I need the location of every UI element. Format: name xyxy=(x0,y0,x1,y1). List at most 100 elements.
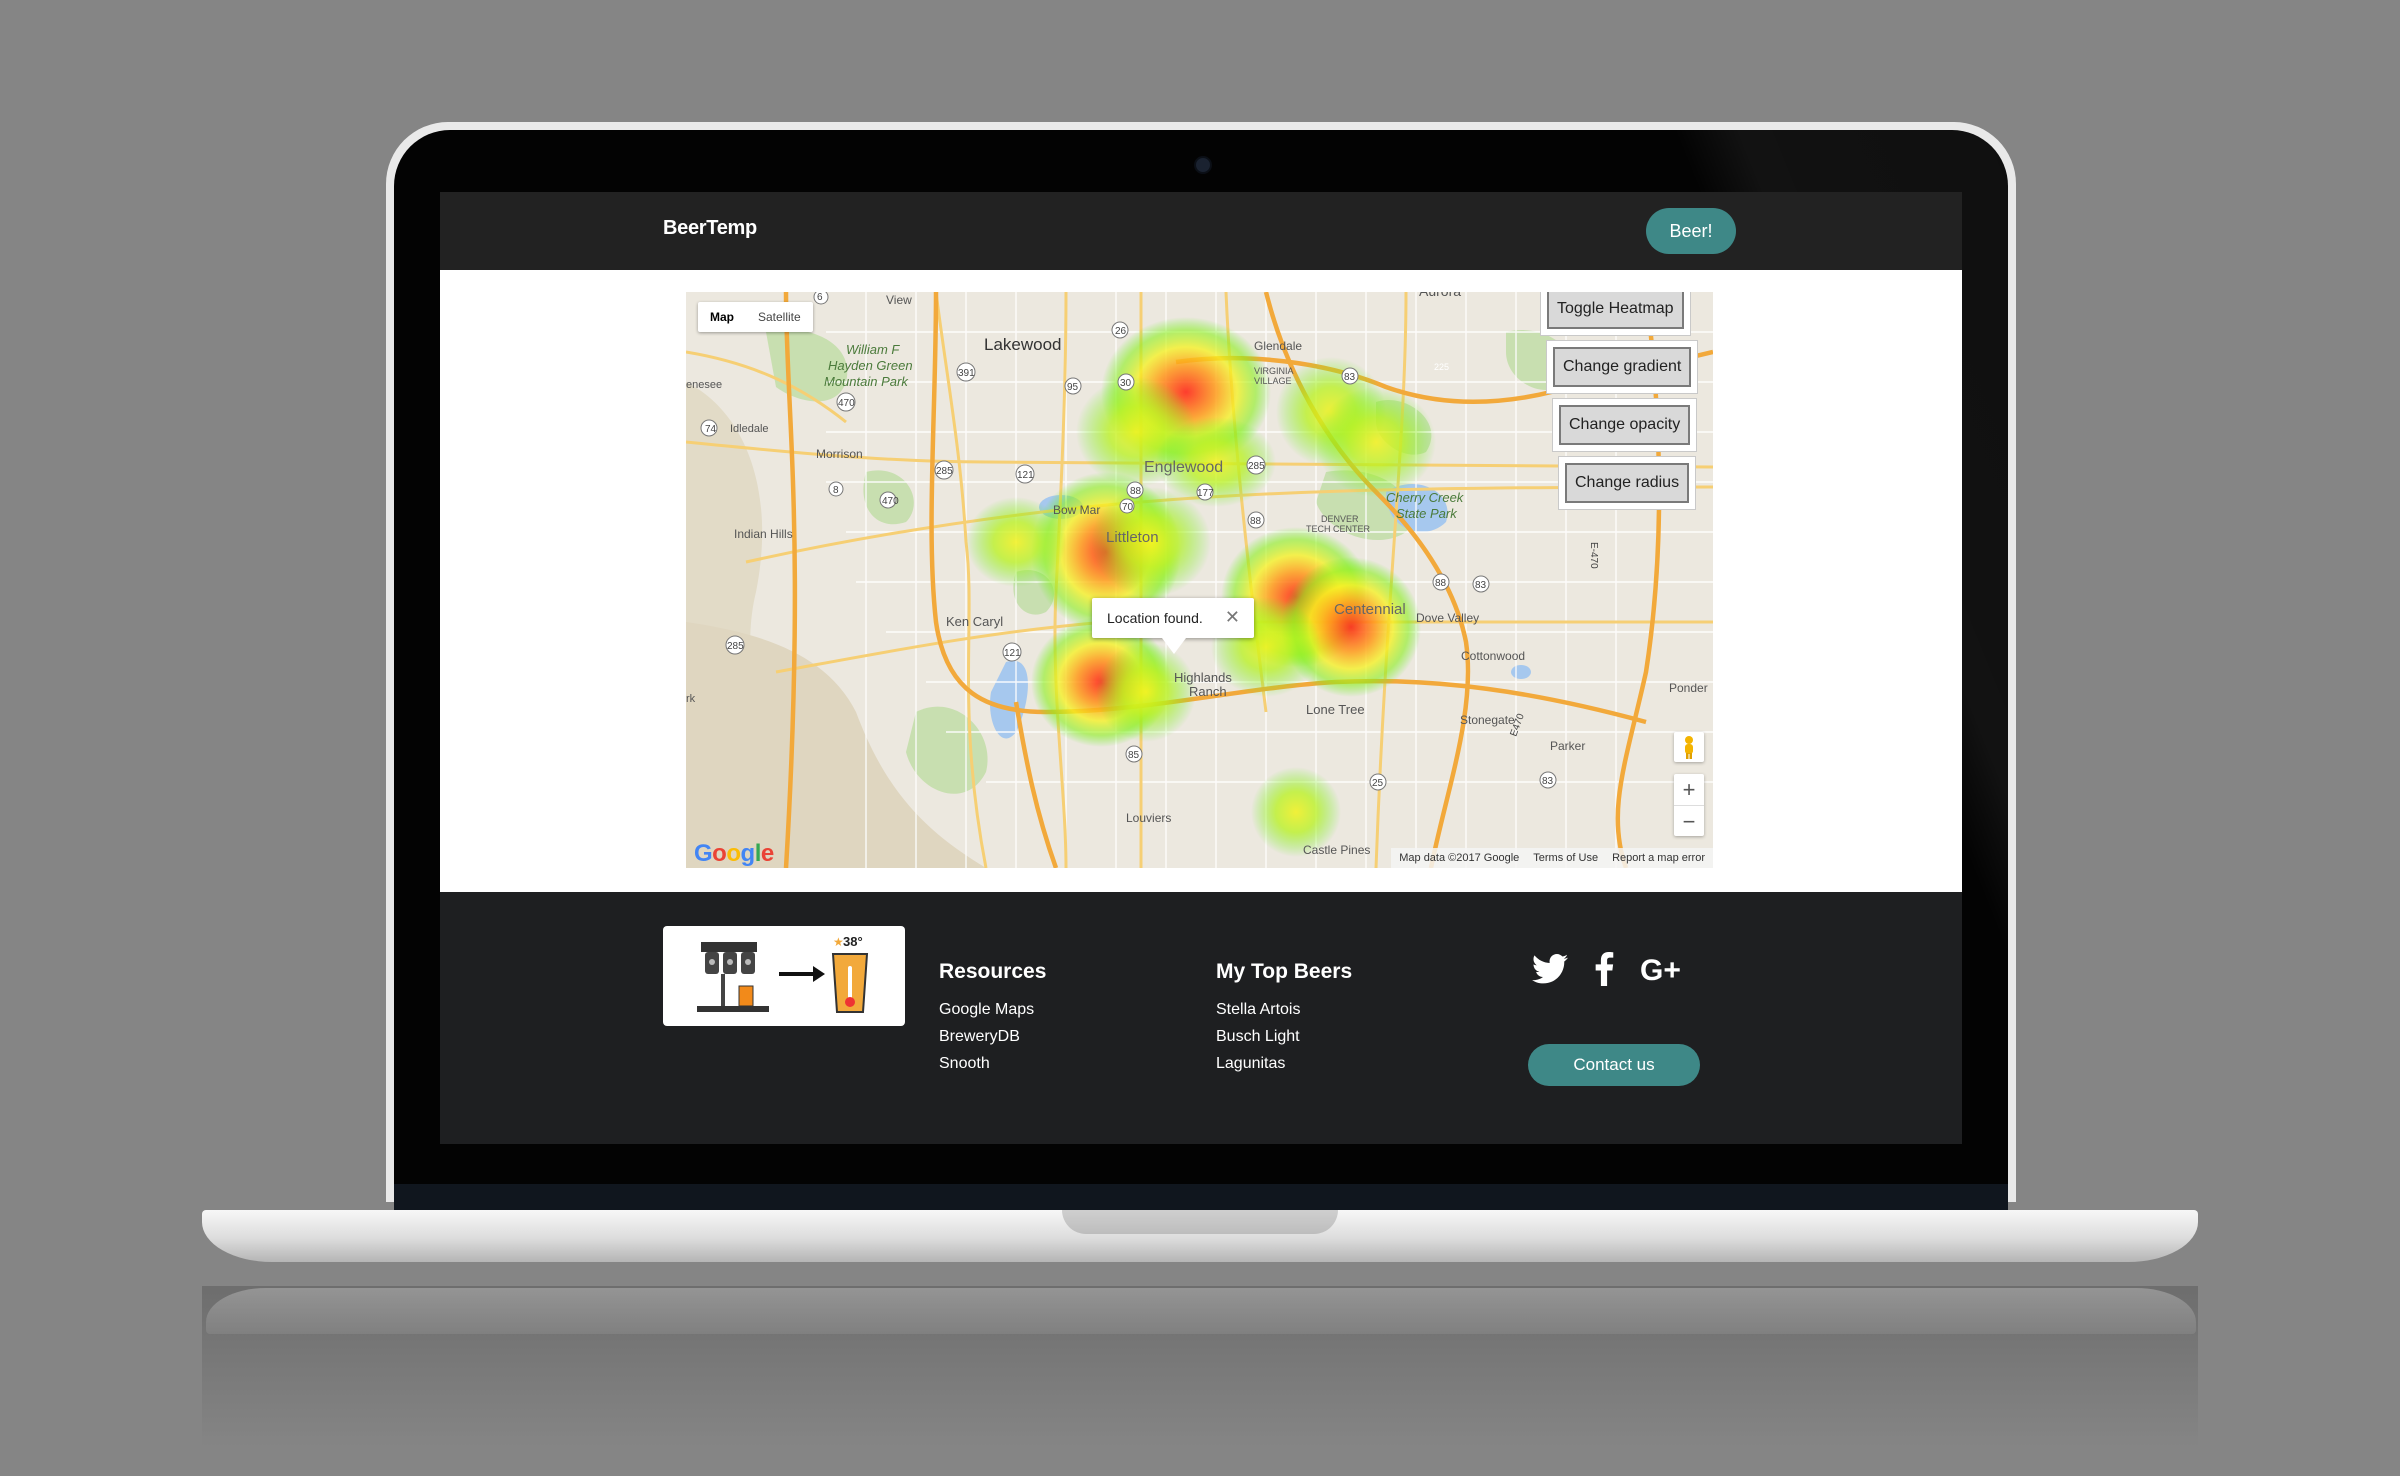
location-info-window: Location found. ✕ xyxy=(1092,598,1254,654)
info-window-text: Location found. xyxy=(1107,610,1203,626)
google-plus-icon[interactable]: G+ xyxy=(1640,954,1690,984)
top-beers-column: My Top Beers Stella Artois Busch Light L… xyxy=(1216,960,1352,1077)
svg-text:88: 88 xyxy=(1250,516,1262,527)
svg-text:Lone Tree: Lone Tree xyxy=(1306,702,1365,717)
svg-text:State Park: State Park xyxy=(1396,506,1458,521)
beer-button[interactable]: Beer! xyxy=(1646,208,1736,254)
svg-text:View: View xyxy=(886,293,912,307)
svg-text:DENVER: DENVER xyxy=(1321,514,1359,524)
report-map-error-link[interactable]: Report a map error xyxy=(1612,848,1705,868)
browser-screen: BeerTemp Beer! 6 26 391 95 30 83 74 470 … xyxy=(440,192,1962,1144)
svg-text:88: 88 xyxy=(1435,578,1447,589)
zoom-out-button[interactable]: − xyxy=(1674,806,1704,837)
top-beer-link[interactable]: Lagunitas xyxy=(1216,1050,1352,1077)
laptop-hinge xyxy=(394,1184,2008,1210)
svg-text:Ponder: Ponder xyxy=(1669,681,1708,695)
top-beer-link[interactable]: Stella Artois xyxy=(1216,996,1352,1023)
svg-text:Mountain Park: Mountain Park xyxy=(824,374,909,389)
svg-text:121: 121 xyxy=(1017,470,1034,481)
svg-text:Glendale: Glendale xyxy=(1254,339,1302,353)
top-beer-link[interactable]: Busch Light xyxy=(1216,1023,1352,1050)
svg-text:83: 83 xyxy=(1344,372,1356,383)
laptop-reflection-base xyxy=(206,1288,2196,1334)
svg-text:30: 30 xyxy=(1120,378,1132,389)
svg-text:285: 285 xyxy=(936,466,953,477)
svg-text:VILLAGE: VILLAGE xyxy=(1254,376,1292,386)
map-data-credit: Map data ©2017 Google xyxy=(1399,852,1520,864)
map-type-toggle: Map Satellite xyxy=(698,302,813,332)
resources-link[interactable]: Google Maps xyxy=(939,996,1046,1023)
terms-of-use-link[interactable]: Terms of Use xyxy=(1533,848,1598,868)
svg-text:Bow Mar: Bow Mar xyxy=(1053,503,1100,517)
svg-text:6: 6 xyxy=(817,292,823,303)
svg-text:E-470: E-470 xyxy=(1588,542,1599,569)
svg-text:225: 225 xyxy=(1434,362,1449,372)
toggle-heatmap-button[interactable]: Toggle Heatmap xyxy=(1547,292,1684,329)
heatmap-map[interactable]: 6 26 391 95 30 83 74 470 285 121 88 177 285 8 470 … xyxy=(686,292,1713,868)
svg-text:121: 121 xyxy=(1004,648,1021,659)
svg-text:26: 26 xyxy=(1115,326,1127,337)
svg-text:William F: William F xyxy=(846,342,900,357)
svg-text:85: 85 xyxy=(1128,750,1140,761)
svg-text:Morrison: Morrison xyxy=(816,447,863,461)
resources-link[interactable]: Snooth xyxy=(939,1050,1046,1077)
svg-text:Cherry Creek: Cherry Creek xyxy=(1386,490,1465,505)
svg-text:Littleton: Littleton xyxy=(1106,529,1159,546)
beertemp-logo: 38° ★ xyxy=(663,926,905,1026)
resources-link[interactable]: BreweryDB xyxy=(939,1023,1046,1050)
svg-text:Cottonwood: Cottonwood xyxy=(1461,649,1525,663)
svg-text:VIRGINIA: VIRGINIA xyxy=(1254,366,1294,376)
logo-temp-label: 38° xyxy=(843,934,863,949)
svg-text:470: 470 xyxy=(838,398,855,409)
toggle-heatmap-panel: Toggle Heatmap xyxy=(1540,292,1691,336)
svg-text:Hayden Green: Hayden Green xyxy=(828,358,913,373)
svg-text:Idledale: Idledale xyxy=(730,423,769,435)
svg-text:TECH CENTER: TECH CENTER xyxy=(1306,524,1371,534)
navbar: BeerTemp Beer! xyxy=(440,192,1962,270)
svg-text:Indian Hills: Indian Hills xyxy=(734,527,793,541)
zoom-in-button[interactable]: + xyxy=(1674,774,1704,805)
laptop-notch xyxy=(1062,1210,1338,1234)
change-radius-button[interactable]: Change radius xyxy=(1565,463,1690,503)
svg-text:enesee: enesee xyxy=(686,379,722,391)
info-window-tail xyxy=(1162,638,1186,654)
svg-text:Aurora: Aurora xyxy=(1419,292,1461,299)
close-icon[interactable]: ✕ xyxy=(1225,607,1240,628)
brand-logo[interactable]: BeerTemp xyxy=(663,217,757,240)
change-radius-panel: Change radius xyxy=(1558,456,1697,510)
google-logo[interactable]: Google xyxy=(694,840,774,868)
svg-text:177: 177 xyxy=(1197,488,1214,499)
facebook-icon[interactable] xyxy=(1594,952,1614,986)
zoom-control: + − xyxy=(1674,774,1704,836)
change-gradient-button[interactable]: Change gradient xyxy=(1553,347,1692,387)
svg-text:70: 70 xyxy=(1122,502,1134,513)
change-opacity-button[interactable]: Change opacity xyxy=(1559,405,1691,445)
map-type-satellite-button[interactable]: Satellite xyxy=(746,302,813,332)
svg-text:rk: rk xyxy=(686,693,696,705)
resources-heading: Resources xyxy=(939,960,1047,983)
svg-text:Ken Caryl: Ken Caryl xyxy=(946,614,1003,629)
svg-text:391: 391 xyxy=(958,368,975,379)
top-beers-heading: My Top Beers xyxy=(1216,960,1353,983)
street-view-pegman-icon[interactable] xyxy=(1674,732,1704,762)
svg-text:88: 88 xyxy=(1130,486,1142,497)
svg-text:Englewood: Englewood xyxy=(1144,459,1223,476)
footer: 38° ★ Resources Google Maps BreweryDB Sn… xyxy=(440,892,1962,1144)
twitter-icon[interactable] xyxy=(1532,954,1568,984)
change-gradient-panel: Change gradient xyxy=(1546,340,1699,394)
contact-us-button[interactable]: Contact us xyxy=(1528,1044,1700,1086)
svg-text:470: 470 xyxy=(882,496,899,507)
svg-text:285: 285 xyxy=(1248,461,1265,472)
svg-text:74: 74 xyxy=(705,424,717,435)
svg-text:Parker: Parker xyxy=(1550,739,1585,753)
svg-text:Dove Valley: Dove Valley xyxy=(1416,611,1479,625)
map-attribution: Map data ©2017 Google Terms of Use Repor… xyxy=(1391,848,1713,868)
map-type-map-button[interactable]: Map xyxy=(698,302,746,332)
svg-text:83: 83 xyxy=(1475,580,1487,591)
svg-text:Louviers: Louviers xyxy=(1126,811,1171,825)
social-links: G+ xyxy=(1532,952,1690,986)
svg-text:Stonegate: Stonegate xyxy=(1460,713,1515,727)
svg-text:83: 83 xyxy=(1542,776,1554,787)
svg-text:95: 95 xyxy=(1067,382,1079,393)
svg-text:Highlands: Highlands xyxy=(1174,670,1232,685)
